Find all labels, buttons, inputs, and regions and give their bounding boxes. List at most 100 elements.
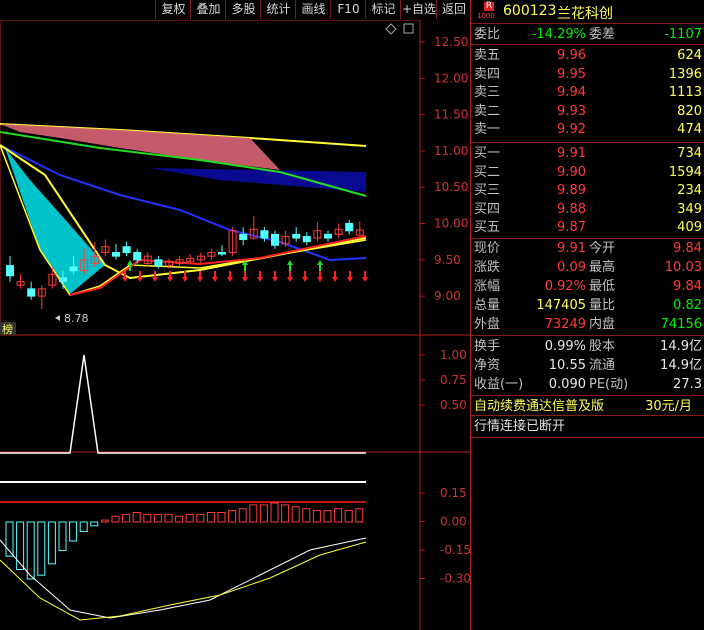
macd-bar-up	[122, 513, 131, 523]
toolbar-button-8[interactable]: 返回	[436, 0, 471, 19]
macd-bar-up	[132, 512, 141, 523]
stat2-value-2: 14.9亿	[660, 358, 702, 373]
low-axis-label: -0.30	[440, 572, 470, 586]
window-box-icon[interactable]	[403, 23, 414, 34]
toolbar-button-0[interactable]: 复权	[155, 0, 191, 19]
stat2-value: 10.55	[548, 358, 586, 373]
quote-divider	[471, 335, 704, 336]
ask-label: 卖四	[474, 66, 501, 82]
kline-chart[interactable]: 12.50 12.00 11.50 11.00 10.50 10.00 9.50 9.00 8.…	[0, 20, 470, 630]
macd-bar-up	[100, 519, 109, 523]
macd-bar-up	[238, 508, 247, 523]
bid-label: 买五	[474, 220, 501, 235]
quote-divider	[471, 44, 704, 45]
bid-volume: 1594	[668, 164, 702, 180]
order-ratio-label: 委比	[474, 27, 501, 42]
side-tag[interactable]: 榜	[2, 322, 13, 336]
macd-bar-up	[344, 510, 353, 523]
stat-label-2: 量比	[589, 298, 616, 313]
low-price-label: 8.78	[64, 312, 89, 325]
diamond-icon[interactable]	[385, 23, 397, 35]
stat2-value-2: 27.3	[673, 377, 702, 392]
ask-label: 卖二	[474, 103, 501, 119]
chart-toolbar: 复权 叠加 多股 统计 画线 F10 标记 +自选 返回	[0, 0, 470, 20]
macd-bar-down	[47, 521, 56, 565]
stat2-label-2: 股本	[589, 339, 616, 354]
stat-label: 外盘	[474, 317, 501, 332]
stat-label-2: 最高	[589, 260, 616, 275]
ask-volume: 1113	[668, 85, 702, 100]
stat-row: 现价 9.91 今开 9.84	[471, 240, 704, 258]
macd-bar-down	[90, 521, 99, 527]
buy-arrow-icon	[332, 271, 338, 282]
order-diff-value: -1107	[664, 27, 702, 42]
toolbar-button-7[interactable]: +自选	[400, 0, 437, 19]
bid-row: 买四 9.88 349	[471, 201, 704, 219]
macd-bar-up	[312, 510, 321, 523]
ad-price[interactable]: 30元/月	[645, 398, 692, 416]
macd-bar-up	[164, 513, 173, 523]
macd-bar-up	[270, 502, 279, 523]
toolbar-button-5[interactable]: F10	[330, 0, 366, 19]
stat2-value: 0.090	[548, 377, 586, 392]
macd-bar-up	[323, 510, 332, 523]
stat-value: 0.09	[557, 260, 586, 275]
sell-arrow-icon	[317, 260, 323, 271]
stat-value: 9.91	[557, 241, 586, 256]
bid-price: 9.89	[557, 183, 586, 198]
toolbar-button-6[interactable]: 标记	[365, 0, 401, 19]
connection-status: 行情连接已断开	[474, 419, 566, 434]
toolbar-button-1[interactable]: 叠加	[190, 0, 226, 19]
low-axis-label: 0.15	[440, 486, 467, 500]
stat2-value-2: 14.9亿	[660, 339, 702, 354]
toolbar-button-3[interactable]: 统计	[260, 0, 296, 19]
macd-bar-up	[228, 510, 237, 523]
price-axis-label: 11.50	[434, 108, 468, 122]
macd-bar-down	[16, 521, 25, 570]
bid-label: 买一	[474, 146, 501, 161]
price-axis-label: 9.00	[434, 289, 461, 303]
macd-bar-up	[143, 513, 152, 523]
stat-value: 147405	[536, 298, 586, 313]
macd-bar-down	[58, 521, 67, 551]
macd-bar-down	[69, 521, 78, 542]
candle-down	[345, 223, 354, 232]
buy-arrow-icon	[257, 271, 263, 282]
candle-down	[122, 246, 131, 254]
signal-line	[0, 354, 366, 454]
stat-row: 外盘 73249 内盘 74156	[471, 316, 704, 334]
stat-label-2: 今开	[589, 241, 616, 256]
ask-label: 卖三	[474, 85, 501, 100]
quote-divider	[471, 142, 704, 143]
bid-volume: 409	[677, 220, 702, 235]
quote-divider	[471, 23, 704, 24]
ad-text[interactable]: 自动续费通达信普及版	[474, 398, 604, 416]
toolbar-button-2[interactable]: 多股	[225, 0, 261, 19]
bid-label: 买四	[474, 201, 501, 217]
bid-volume: 734	[677, 146, 702, 161]
stat-value-2: 0.82	[673, 298, 702, 313]
stat-label: 总量	[474, 298, 501, 313]
stat-value: 0.92%	[544, 279, 586, 294]
ask-volume: 820	[677, 103, 702, 119]
quote-divider	[471, 437, 704, 438]
toolbar-button-4[interactable]: 画线	[295, 0, 331, 19]
ask-price: 9.92	[557, 122, 586, 137]
bid-row: 买三 9.89 234	[471, 182, 704, 200]
stat-value-2: 10.03	[664, 260, 702, 275]
macd-bar-up	[175, 515, 184, 523]
stat2-row: 收益(一) 0.090 PE(动) 27.3	[471, 376, 704, 394]
ask-row: 卖四 9.95 1396	[471, 66, 704, 84]
price-axis-label: 10.00	[434, 217, 468, 231]
badge-bottom: 1000	[477, 12, 495, 20]
low-axis-label: -0.15	[440, 543, 470, 557]
stat-value-2: 9.84	[673, 241, 702, 256]
stat2-value: 0.99%	[544, 339, 586, 354]
price-axis-label: 12.50	[434, 35, 468, 49]
price-axis-label: 11.00	[434, 144, 468, 158]
ask-label: 卖一	[474, 122, 501, 137]
stat-value-2: 74156	[660, 317, 702, 332]
buy-arrow-icon	[212, 271, 218, 282]
ask-row: 卖三 9.94 1113	[471, 84, 704, 102]
ask-price: 9.96	[557, 48, 586, 63]
